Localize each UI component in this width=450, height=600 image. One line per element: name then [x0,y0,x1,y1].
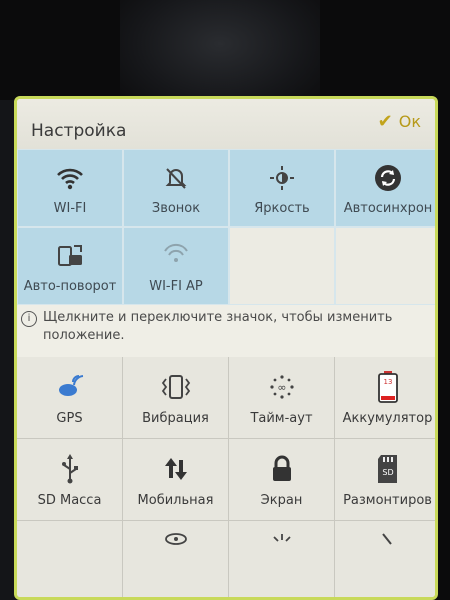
tile-label: GPS [56,411,83,426]
settings-panel: Настройка ✔ Ок WI-FI Звонок Яркость Авто… [14,96,438,600]
tile-vibration[interactable]: Вибрация [123,357,229,439]
tile-label: Яркость [254,200,310,216]
tile-mobile-data[interactable]: Мобильная [123,439,229,521]
tile-brightness[interactable]: Яркость [229,149,335,227]
eye-icon [163,521,189,557]
mobile-data-icon [161,451,191,487]
timeout-icon: ∞ [267,369,297,405]
empty-slot[interactable] [335,227,435,305]
tile-label: Размонтиров [343,493,432,508]
tile-label: Вибрация [142,411,209,426]
tile-label: Звонок [151,200,201,216]
tile-autosync[interactable]: Автосинхрон [335,149,435,227]
hint-text: Щелкните и переключите значок, чтобы изм… [43,310,393,343]
vibration-icon [159,369,193,405]
tile-screen-lock[interactable]: Экран [229,439,335,521]
tile-label: Мобильная [137,493,214,508]
tile-partial[interactable] [123,521,229,597]
empty-slot[interactable] [229,227,335,305]
tile-label: WI-FI [53,200,87,216]
tile-ringer[interactable]: Звонок [123,149,229,227]
lock-icon [270,451,294,487]
tile-label: Авто-поворот [23,278,117,294]
tile-sd-mass[interactable]: SD Масса [17,439,123,521]
edit-icon [375,521,401,557]
tile-label: Автосинхрон [343,200,433,216]
tile-label: Тайм-аут [250,411,313,426]
sun-icon [269,521,295,557]
available-tiles-grid: GPS Вибрация ∞ Тайм-аут 13 Аккумулятор S… [17,357,435,597]
tile-wifi-ap[interactable]: WI-FI AP [123,227,229,305]
svg-text:∞: ∞ [277,381,286,394]
sync-icon [373,161,403,195]
usb-icon [60,451,80,487]
tile-partial[interactable] [229,521,335,597]
bell-muted-icon [162,161,190,195]
tile-timeout[interactable]: ∞ Тайм-аут [229,357,335,439]
active-tiles-grid: WI-FI Звонок Яркость Автосинхрон Авто-по… [17,149,435,309]
ok-label: Ок [398,112,421,131]
sd-card-icon: SD [375,451,401,487]
tile-label: Аккумулятор [342,411,433,426]
info-icon: i [21,311,37,327]
check-icon: ✔ [377,111,393,132]
hint-row: i Щелкните и переключите значок, чтобы и… [21,309,431,351]
gps-icon [55,369,85,405]
tile-label: Экран [260,493,303,508]
rotate-icon [55,239,85,273]
tile-autorotate[interactable]: Авто-поворот [17,227,123,305]
page-title: Настройка [31,121,127,141]
tile-partial[interactable] [335,521,435,597]
tile-label: SD Масса [37,493,102,508]
hotspot-icon [161,239,191,273]
tile-unmount-sd[interactable]: SD Размонтиров [335,439,435,521]
sd-badge: SD [382,468,393,477]
battery-badge: 13 [383,378,392,386]
ok-button[interactable]: ✔ Ок [378,111,421,132]
background-blur [120,0,320,110]
tile-partial[interactable] [17,521,123,597]
panel-header: Настройка ✔ Ок [17,99,435,150]
brightness-icon [268,161,296,195]
tile-battery[interactable]: 13 Аккумулятор [335,357,435,439]
tile-gps[interactable]: GPS [17,357,123,439]
battery-icon: 13 [377,369,399,405]
tile-wifi[interactable]: WI-FI [17,149,123,227]
tile-label: WI-FI AP [149,278,203,294]
wifi-icon [55,161,85,195]
